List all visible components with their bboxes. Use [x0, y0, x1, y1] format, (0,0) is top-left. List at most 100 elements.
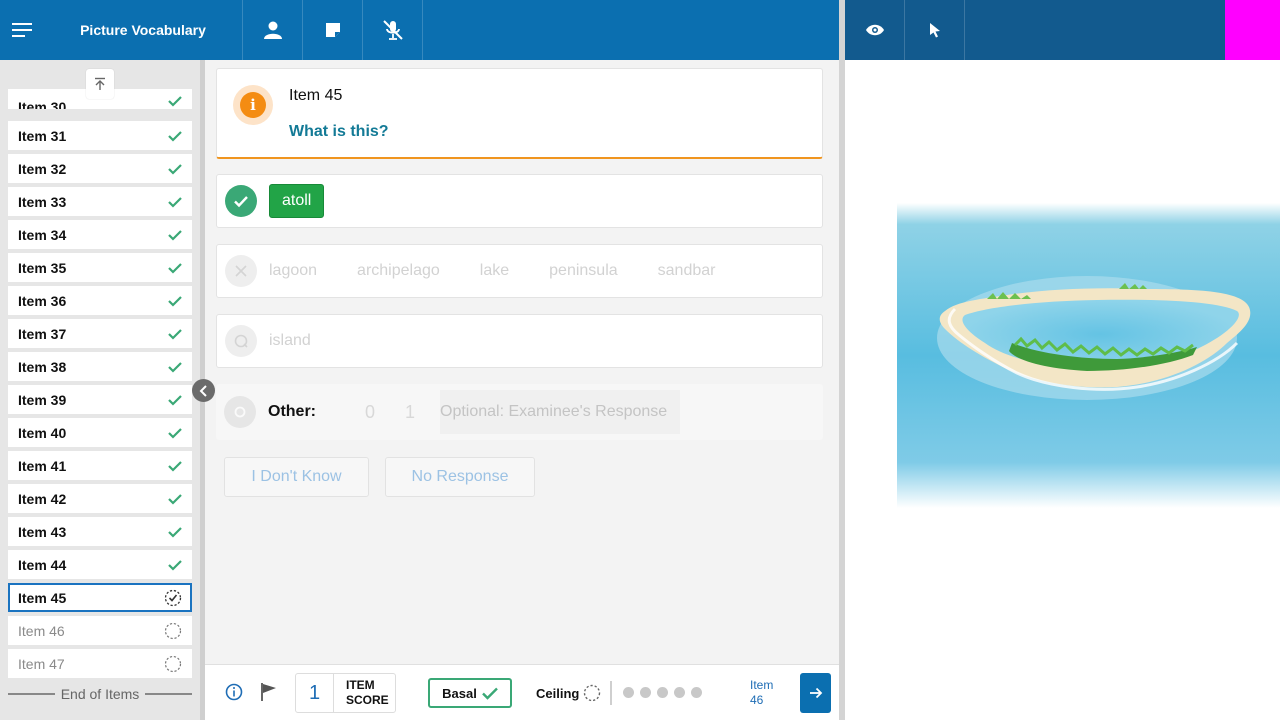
item-score-label-line1: ITEM: [346, 678, 375, 692]
other-score-0[interactable]: 0: [350, 402, 390, 423]
examinee-response-input[interactable]: [440, 390, 680, 434]
sidebar-item[interactable]: Item 37: [8, 319, 192, 348]
other-response-row: Other: 0 1: [216, 384, 823, 440]
person-icon: [263, 21, 282, 39]
incorrect-response-row: lagoon archipelago lake peninsula sandba…: [216, 244, 823, 298]
correct-status[interactable]: [225, 185, 257, 217]
sidebar-item[interactable]: Item 42: [8, 484, 192, 513]
sidebar-item[interactable]: Item 46: [8, 616, 192, 645]
examinee-button[interactable]: [243, 0, 303, 60]
color-marker: [1225, 0, 1280, 60]
sidebar-item[interactable]: Item 39: [8, 385, 192, 414]
sidebar-item-label: Item 33: [18, 193, 67, 210]
item-title: Item 45: [289, 87, 343, 104]
sidebar-item-label: Item 45: [18, 589, 67, 606]
pane-divider[interactable]: [839, 0, 845, 720]
sidebar-item[interactable]: Item 43: [8, 517, 192, 546]
item-prompt: What is this?: [289, 123, 389, 140]
pending-icon: [164, 622, 182, 639]
item-info-button[interactable]: [225, 683, 243, 706]
collapse-sidebar-button[interactable]: [192, 379, 215, 402]
sidebar-item[interactable]: Item 47: [8, 649, 192, 678]
incorrect-option[interactable]: archipelago: [357, 262, 440, 280]
scoring-panel: i Item 45 What is this? atoll lagoon arc…: [205, 60, 839, 664]
sidebar-item[interactable]: Item 44: [8, 550, 192, 579]
chevron-left-icon: [199, 384, 207, 397]
sidebar-item[interactable]: Item 40: [8, 418, 192, 447]
sidebar-item[interactable]: Item 38: [8, 352, 192, 381]
other-label: Other:: [268, 403, 316, 420]
footer-separator: [610, 681, 612, 705]
sidebar-item-label: Item 30: [18, 99, 67, 109]
question-card: i Item 45 What is this?: [216, 68, 823, 159]
sidebar-item-label: Item 39: [18, 391, 67, 408]
flag-button[interactable]: [260, 682, 278, 707]
info-icon: [225, 683, 243, 701]
no-response-button[interactable]: No Response: [385, 457, 535, 497]
incorrect-status[interactable]: [225, 255, 257, 287]
sidebar-item[interactable]: Item 35: [8, 253, 192, 282]
sidebar-item-label: Item 37: [18, 325, 67, 342]
ceiling-dot: [657, 687, 668, 698]
other-score-1[interactable]: 1: [390, 402, 430, 423]
sidebar-item[interactable]: Item 34: [8, 220, 192, 249]
check-icon: [168, 130, 182, 142]
ceiling-dot: [623, 687, 634, 698]
pending-icon: [164, 655, 182, 672]
next-item-label: Item 46: [750, 678, 773, 708]
incorrect-option[interactable]: lake: [480, 262, 509, 280]
notes-button[interactable]: [303, 0, 363, 60]
other-status[interactable]: [224, 396, 256, 428]
check-icon: [234, 195, 248, 207]
mic-off-icon: [382, 20, 403, 40]
incorrect-option[interactable]: sandbar: [658, 262, 716, 280]
end-of-items-label: End of Items: [60, 686, 140, 702]
item-score-label-line2: SCORE: [346, 693, 389, 707]
pointer-icon: [929, 23, 940, 38]
correct-response-row: atoll: [216, 174, 823, 228]
ceiling-indicator: Ceiling: [536, 684, 601, 702]
item-sidebar: Item 30 Item 31 Item 32 Item 33 Item 34 Item…: [0, 60, 200, 720]
sidebar-item[interactable]: Item 41: [8, 451, 192, 480]
ceiling-label: Ceiling: [536, 685, 580, 701]
pointer-button[interactable]: [905, 0, 965, 60]
pending-icon: [584, 684, 601, 702]
query-option[interactable]: island: [269, 332, 311, 350]
arrow-right-icon: [809, 687, 822, 699]
check-icon: [168, 295, 182, 307]
menu-button[interactable]: [0, 0, 44, 60]
preview-button[interactable]: [845, 0, 905, 60]
scroll-to-top-button[interactable]: [86, 69, 114, 99]
check-icon: [168, 394, 182, 406]
sidebar-item-label: Item 34: [18, 226, 67, 243]
sidebar-item[interactable]: Item 31: [8, 121, 192, 150]
next-item-button[interactable]: [800, 673, 831, 713]
mic-off-button[interactable]: [363, 0, 423, 60]
check-icon: [481, 687, 498, 700]
incorrect-option[interactable]: peninsula: [549, 262, 618, 280]
arrow-to-top-icon: [95, 77, 105, 90]
sidebar-item[interactable]: Item 36: [8, 286, 192, 315]
atoll-picture: [897, 203, 1280, 508]
sidebar-item-label: Item 36: [18, 292, 67, 309]
sidebar-item[interactable]: Item 33: [8, 187, 192, 216]
query-status[interactable]: [225, 325, 257, 357]
end-of-items: End of Items: [8, 686, 192, 702]
sidebar-item-label: Item 41: [18, 457, 67, 474]
correct-answer-chip[interactable]: atoll: [269, 184, 325, 218]
check-icon: [168, 493, 182, 505]
check-icon: [168, 163, 182, 175]
check-icon: [168, 526, 182, 538]
incorrect-option[interactable]: lagoon: [269, 262, 317, 280]
next-item-label-line1: Item: [750, 678, 774, 692]
dont-know-button[interactable]: I Don't Know: [224, 457, 369, 497]
ceiling-dot: [640, 687, 651, 698]
check-icon: [168, 262, 182, 274]
check-icon: [168, 427, 182, 439]
check-icon: [168, 196, 182, 208]
info-badge[interactable]: i: [233, 85, 273, 125]
sidebar-item[interactable]: Item 45: [8, 583, 192, 612]
sidebar-item[interactable]: Item 32: [8, 154, 192, 183]
sidebar-item-label: Item 46: [18, 622, 65, 639]
sidebar-item-label: Item 38: [18, 358, 67, 375]
